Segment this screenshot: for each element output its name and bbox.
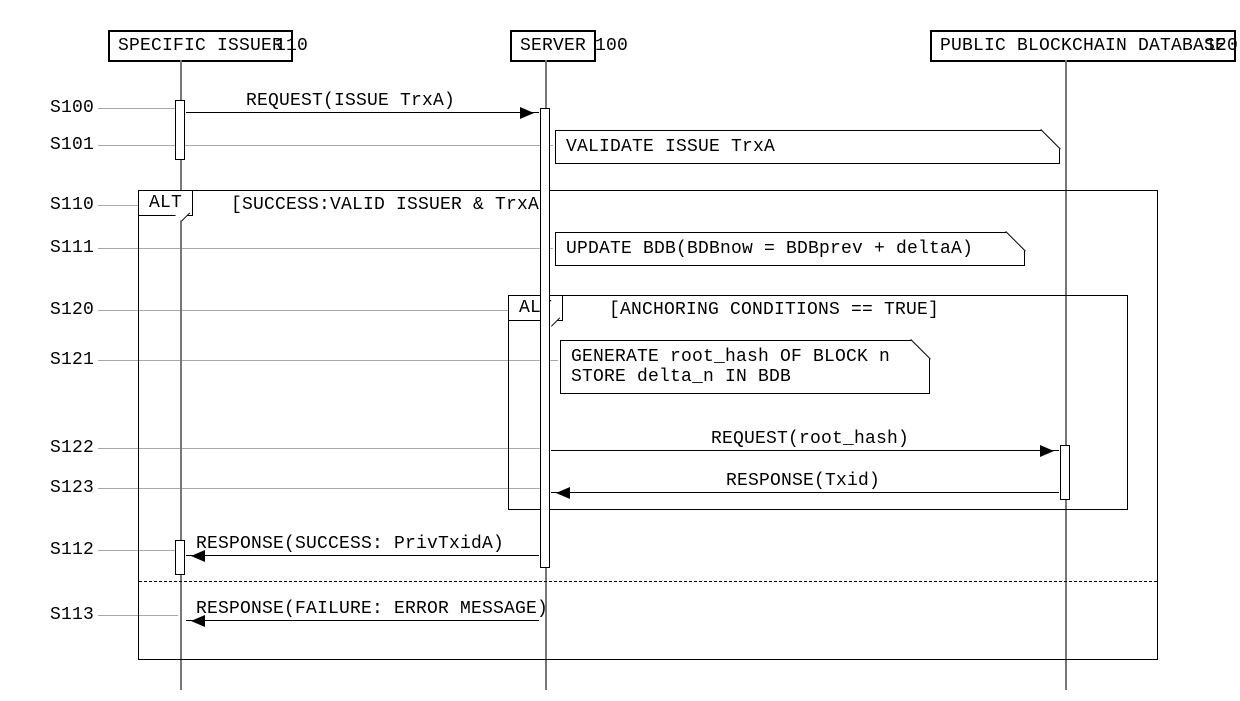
step-s110: S110 bbox=[50, 195, 94, 215]
note-update: UPDATE BDB(BDBnow = BDBprev + deltaA) bbox=[555, 232, 1025, 266]
step-s101: S101 bbox=[50, 135, 94, 155]
dog-ear-icon bbox=[1006, 231, 1026, 251]
msg-response-success: RESPONSE(SUCCESS: PrivTxidA) bbox=[186, 555, 539, 556]
activation-pbd bbox=[1060, 445, 1070, 500]
step-s122: S122 bbox=[50, 438, 94, 458]
msg-request-issue: REQUEST(ISSUE TrxA) bbox=[186, 112, 539, 113]
msg-response-failure-label: RESPONSE(FAILURE: ERROR MESSAGE) bbox=[196, 599, 548, 619]
dog-ear-icon bbox=[911, 339, 931, 359]
note-generate: GENERATE root_hash OF BLOCK n STORE delt… bbox=[560, 340, 930, 394]
participant-server-label: SERVER bbox=[520, 36, 586, 56]
msg-response-success-label: RESPONSE(SUCCESS: PrivTxidA) bbox=[196, 534, 504, 554]
participant-pbd: PUBLIC BLOCKCHAIN DATABASE bbox=[930, 30, 1236, 62]
frame-outer-guard: [SUCCESS:VALID ISSUER & TrxA] bbox=[231, 195, 550, 215]
step-s113: S113 bbox=[50, 605, 94, 625]
activation-issuer-2 bbox=[175, 540, 185, 575]
activation-issuer-1 bbox=[175, 100, 185, 160]
step-s121: S121 bbox=[50, 350, 94, 370]
frame-inner-label: ALT bbox=[508, 295, 563, 321]
step-s112: S112 bbox=[50, 540, 94, 560]
participant-server-ref: 100 bbox=[595, 36, 628, 56]
msg-request-root: REQUEST(root_hash) bbox=[551, 450, 1059, 451]
participant-server: SERVER bbox=[510, 30, 596, 62]
activation-server bbox=[540, 108, 550, 568]
frame-outer-label: ALT bbox=[138, 190, 193, 216]
step-s100: S100 bbox=[50, 98, 94, 118]
note-validate-l1: VALIDATE ISSUE TrxA bbox=[566, 137, 1049, 157]
participant-pbd-label: PUBLIC BLOCKCHAIN DATABASE bbox=[940, 36, 1226, 56]
step-s123: S123 bbox=[50, 478, 94, 498]
step-s120: S120 bbox=[50, 300, 94, 320]
step-s111: S111 bbox=[50, 238, 94, 258]
frame-outer-divider bbox=[139, 581, 1157, 582]
participant-issuer-ref: 110 bbox=[275, 36, 308, 56]
dog-ear-icon bbox=[1041, 129, 1061, 149]
note-validate: VALIDATE ISSUE TrxA bbox=[555, 130, 1060, 164]
msg-response-failure: RESPONSE(FAILURE: ERROR MESSAGE) bbox=[186, 620, 539, 621]
frame-inner-guard: [ANCHORING CONDITIONS == TRUE] bbox=[609, 300, 939, 320]
msg-response-txid-label: RESPONSE(Txid) bbox=[726, 471, 880, 491]
participant-issuer: SPECIFIC ISSUER bbox=[108, 30, 293, 62]
msg-request-issue-label: REQUEST(ISSUE TrxA) bbox=[246, 91, 455, 111]
note-update-l1: UPDATE BDB(BDBnow = BDBprev + deltaA) bbox=[566, 239, 1014, 259]
participant-issuer-label: SPECIFIC ISSUER bbox=[118, 36, 283, 56]
sequence-diagram: SPECIFIC ISSUER 110 SERVER 100 PUBLIC BL… bbox=[0, 0, 1240, 701]
msg-response-txid: RESPONSE(Txid) bbox=[551, 492, 1059, 493]
msg-request-root-label: REQUEST(root_hash) bbox=[711, 429, 909, 449]
note-generate-l2: STORE delta_n IN BDB bbox=[571, 367, 919, 387]
participant-pbd-ref: 120 bbox=[1205, 36, 1238, 56]
note-generate-l1: GENERATE root_hash OF BLOCK n bbox=[571, 347, 919, 367]
